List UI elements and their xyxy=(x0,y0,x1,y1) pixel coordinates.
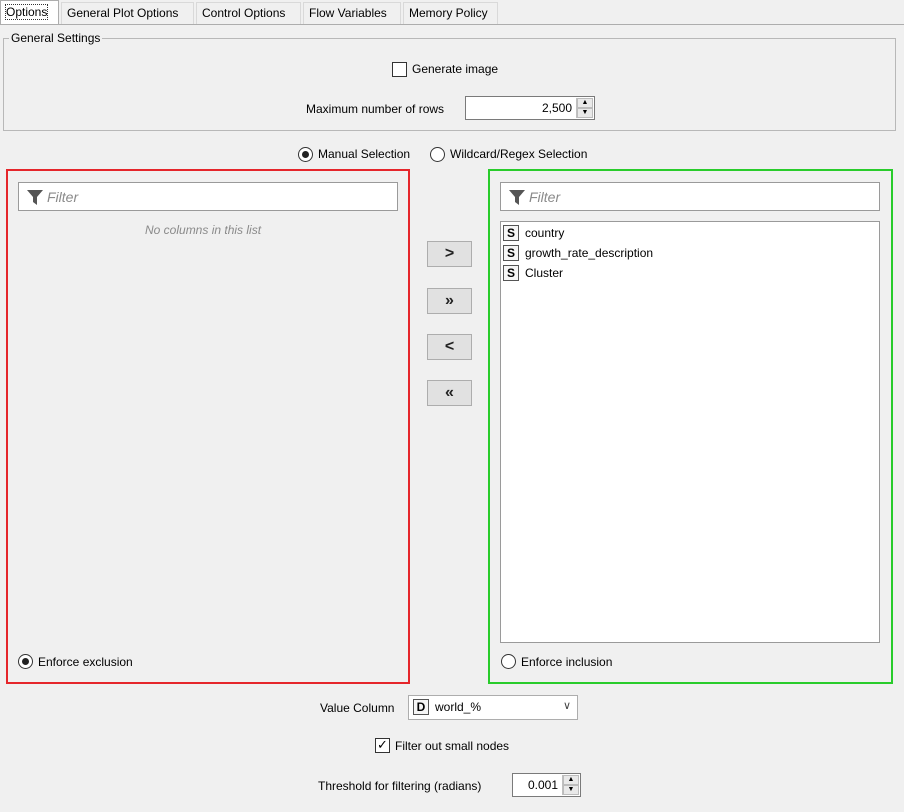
tab-label: Control Options xyxy=(202,6,286,20)
tab-label: General Plot Options xyxy=(67,6,179,20)
max-rows-label: Maximum number of rows xyxy=(306,102,445,116)
general-settings-title: General Settings xyxy=(9,31,103,45)
remove-button[interactable]: < xyxy=(427,334,472,360)
include-filter-placeholder: Filter xyxy=(529,189,561,205)
add-button[interactable]: > xyxy=(427,241,472,267)
general-settings-group xyxy=(3,38,896,131)
enforce-inclusion-radio[interactable] xyxy=(501,654,516,669)
string-type-icon: S xyxy=(503,224,519,241)
string-type-icon: S xyxy=(503,264,519,281)
double-type-icon: D xyxy=(413,699,429,715)
include-filter-input[interactable]: Filter xyxy=(500,182,880,211)
add-all-button[interactable]: » xyxy=(427,288,472,314)
manual-selection-label: Manual Selection xyxy=(318,147,411,161)
list-item[interactable]: S Cluster xyxy=(503,263,563,281)
max-rows-value: 2,500 xyxy=(541,101,572,115)
list-item[interactable]: Sgrowth_rate_description xyxy=(503,243,653,261)
filter-icon xyxy=(27,190,43,205)
tab-general-plot-options[interactable]: General Plot Options xyxy=(61,2,194,24)
exclude-filter-placeholder: Filter xyxy=(47,189,79,205)
exclude-filter-input[interactable]: Filter xyxy=(18,182,398,211)
checkmark-icon: ✓ xyxy=(377,737,388,752)
enforce-exclusion-radio[interactable] xyxy=(18,654,33,669)
threshold-spin-buttons: ▲ ▼ xyxy=(562,775,579,795)
column-name: growth_rate_description xyxy=(525,245,654,260)
tab-memory-policy[interactable]: Memory Policy xyxy=(403,2,498,24)
enforce-inclusion-label: Enforce inclusion xyxy=(521,655,613,669)
threshold-label: Threshold for filtering (radians) xyxy=(318,779,482,793)
wildcard-selection-label: Wildcard/Regex Selection xyxy=(450,147,588,161)
exclude-panel xyxy=(6,169,410,684)
tab-control-options[interactable]: Control Options xyxy=(196,2,301,24)
spin-down-icon[interactable]: ▼ xyxy=(577,108,593,118)
tab-options[interactable]: Options xyxy=(0,0,59,25)
value-column-selected: world_% xyxy=(435,700,482,714)
spin-up-icon[interactable]: ▲ xyxy=(563,775,579,785)
filter-small-nodes-checkbox[interactable]: ✓ xyxy=(375,737,390,753)
exclude-empty-message: No columns in this list xyxy=(145,223,262,237)
tab-flow-variables[interactable]: Flow Variables xyxy=(303,2,401,24)
include-column-list[interactable]: Scountry Sgrowth_rate_description S Clust… xyxy=(500,221,880,643)
wildcard-selection-radio[interactable] xyxy=(430,147,445,162)
generate-image-checkbox[interactable] xyxy=(392,62,407,77)
string-type-icon: S xyxy=(503,244,519,261)
remove-all-button[interactable]: « xyxy=(427,380,472,406)
threshold-value: 0.001 xyxy=(527,778,558,792)
tab-options-label: Options xyxy=(4,4,49,20)
enforce-exclusion-label: Enforce exclusion xyxy=(38,655,133,669)
tab-label: Flow Variables xyxy=(309,6,387,20)
generate-image-label: Generate image xyxy=(412,62,499,76)
column-name: Cluster xyxy=(525,265,564,280)
tab-bar: Options General Plot Options Control Opt… xyxy=(0,0,904,25)
filter-small-nodes-label: Filter out small nodes xyxy=(395,739,510,753)
spin-up-icon[interactable]: ▲ xyxy=(577,98,593,108)
chevron-down-icon: ∨ xyxy=(562,700,571,712)
value-column-select[interactable]: D world_% ∨ xyxy=(408,695,578,720)
manual-selection-radio[interactable] xyxy=(298,147,313,162)
value-column-label: Value Column xyxy=(320,701,395,715)
list-item[interactable]: Scountry xyxy=(503,223,564,241)
spin-down-icon[interactable]: ▼ xyxy=(563,785,579,795)
max-rows-spin-buttons: ▲ ▼ xyxy=(576,98,593,118)
threshold-spinner[interactable]: 0.001 ▲ ▼ xyxy=(512,773,581,797)
column-name: country xyxy=(525,225,565,240)
max-rows-spinner[interactable]: 2,500 ▲ ▼ xyxy=(465,96,595,120)
tab-label: Memory Policy xyxy=(409,6,488,20)
filter-icon xyxy=(509,190,525,205)
